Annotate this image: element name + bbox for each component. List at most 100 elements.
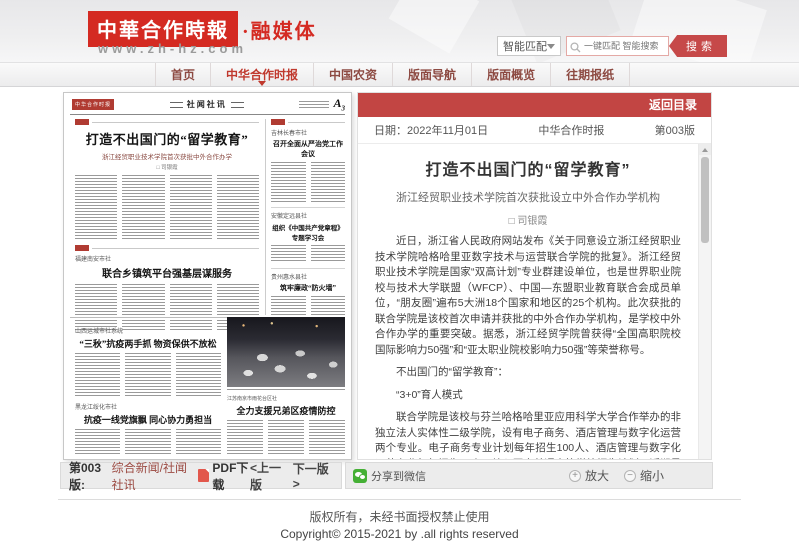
greeked-text-column [309,420,345,454]
zoom-in-button[interactable]: + 放大 [569,467,609,484]
greeked-text-column [311,245,346,263]
nav-item-past-issues[interactable]: 往期报纸 [550,63,630,86]
footer-divider [58,499,741,500]
article-body-columns [75,353,221,397]
footer-copyright-en: Copyright© 2015-2021 by .all rights rese… [0,527,799,541]
logo-suffix-text: ·融媒体 [242,15,317,44]
share-toolbar: 分享到微信 + 放大 − 缩小 [345,462,713,489]
page-letter: A [333,96,341,110]
greeked-text-column [271,245,306,263]
lead-byline: □ 司银霞 [75,163,259,171]
scrollbar[interactable] [698,144,711,459]
nav-item-label: 版面概览 [487,66,535,83]
toolbar-page-label: 第003版: [69,459,107,493]
greeked-text-column [176,353,221,397]
zoom-out-button[interactable]: − 缩小 [624,467,664,484]
search-icon [570,40,581,58]
article-kicker: 福建南安市社 [75,254,259,263]
greeked-text-column [217,175,259,239]
section-link[interactable]: 综合新闻/社闻社讯 [112,459,190,493]
pdf-download-button[interactable]: PDF下载 [212,459,250,493]
article-paragraph: 联合学院是该校与芬兰哈格哈里亚应用科学大学合作举办的非独立法人实体性二级学院，设… [375,410,681,459]
greeked-text-column [176,429,221,455]
newspaper-section-title: 社闻社讯 [187,99,227,110]
nav-item-label: 往期报纸 [566,66,614,83]
greeked-text-column [122,175,164,239]
main-nav: 首页 中华合作时报 中国农资 版面导航 版面概览 往期报纸 [0,62,799,87]
nav-item-label: 中国农资 [329,66,377,83]
article-title: 打造不出国门的“留学教育” [375,156,681,180]
page-number: 3 [342,105,346,113]
greeked-text-column [311,162,346,202]
nav-item-page-navigation[interactable]: 版面导航 [392,63,471,86]
red-tag-icon [271,119,285,125]
search-input[interactable] [566,36,669,56]
tag-rule-line [92,122,259,123]
active-tab-caret-icon [258,81,266,86]
greeked-text-column [170,175,212,239]
section-tag-rule [75,245,259,251]
lead-headline: 打造不出国门的“留学教育” [75,129,259,148]
newspaper-section-title-wrap: 社闻社讯 [170,99,244,110]
plus-circle-icon: + [569,470,581,482]
red-tag-icon [75,119,89,125]
back-to-contents-button[interactable]: 返回目录 [358,93,711,117]
article-separator [271,207,345,208]
share-to-wechat-button[interactable]: 分享到微信 [371,468,426,484]
chevron-down-icon [547,44,555,49]
article-byline: □ 司银霞 [375,212,681,227]
article-headline: 全力支援兄弟区疫情防控 [227,404,345,417]
article-headline: 抗疫一线党旗飘 同心协力勇担当 [75,413,221,426]
section-tag-rule [75,119,259,125]
article-body-columns [75,429,221,455]
site-url: www.zh-hz.com [98,41,247,56]
article-headline: 组织《中国共产党章程》专题学习会 [271,222,345,242]
scrollbar-up-button[interactable] [699,144,711,155]
masthead-decoration [170,102,183,108]
minus-circle-icon: − [624,470,636,482]
newspaper-page-preview[interactable]: 中华合作时报 社闻社讯 A3 打造不出国门的“留学教育” 浙江经贸职业技术学院首… [63,92,352,460]
article-headline: 召开全面从严治党工作会议 [271,139,345,159]
page: 中華合作時報 ·融媒体 www.zh-hz.com 智能匹配 搜索 首页 中华合… [0,0,799,548]
search-mode-label: 智能匹配 [503,38,547,54]
tag-rule-line [288,122,345,123]
newspaper-lead-article: 打造不出国门的“留学教育” 浙江经贸职业技术学院首次获批中外合作办学 □ 司银霞… [75,119,259,330]
article-paragraph: 近日，浙江省人民政府网站发布《关于同意设立浙江经贸职业技术学院哈格哈里亚数字技术… [375,234,681,358]
search-bar: 智能匹配 搜索 [497,35,727,57]
nav-item-home[interactable]: 首页 [155,63,210,86]
greeked-text-column [75,429,120,455]
article-headline: “三秋”抗疫两手抓 物资保供不放松 [75,337,221,350]
footer-copyright-cn: 版权所有，未经书面授权禁止使用 [0,508,799,525]
article-content: 打造不出国门的“留学教育” 浙江经贸职业技术学院首次获批设立中外合作办学机构 □… [358,144,698,459]
nav-item-zhonghua-hezuo-shibao[interactable]: 中华合作时报 [210,63,313,86]
nav-item-zhongguo-nongzi[interactable]: 中国农资 [313,63,392,86]
article-kicker: 贵州惠水县社 [271,272,345,281]
article-subtitle: 浙江经贸职业技术学院首次获批设立中外合作办学机构 [375,189,681,205]
tag-rule-line [92,248,259,249]
search-mode-select[interactable]: 智能匹配 [497,36,561,56]
search-field-wrap [566,36,669,56]
lead-subtitle: 浙江经贸职业技术学院首次获批中外合作办学 [75,151,259,161]
greeked-text-column [227,420,263,454]
newspaper-brand-box: 中华合作时报 [72,99,114,110]
article-kicker: 江苏南京市雨花台区社 [227,395,345,402]
greeked-text-column [271,162,306,202]
article-paragraph: 不出国门的“留学教育”： [375,365,681,381]
next-page-button[interactable]: 下一版 > [293,460,329,491]
zoom-out-label: 缩小 [640,467,664,484]
previous-page-button[interactable]: <上一版 [250,459,284,493]
nav-item-page-overview[interactable]: 版面概览 [471,63,550,86]
newspaper-right-column: 吉林长春市社 召开全面从严治党工作会议 安徽定远县社 组织《中国共产党章程》专题… [271,119,345,338]
wechat-icon[interactable] [353,469,367,483]
newspaper-masthead-info: A3 [299,96,345,112]
greeked-text-column [125,429,170,455]
article-body-columns [227,420,345,454]
nav-item-label: 版面导航 [408,66,456,83]
greeked-text-column [75,175,117,239]
news-photo [227,317,345,387]
article-body-columns [271,162,345,202]
newspaper-masthead: 中华合作时报 社闻社讯 A3 [72,97,345,112]
search-button[interactable]: 搜索 [669,35,727,57]
scrollbar-thumb[interactable] [701,157,709,243]
red-tag-icon [75,245,89,251]
